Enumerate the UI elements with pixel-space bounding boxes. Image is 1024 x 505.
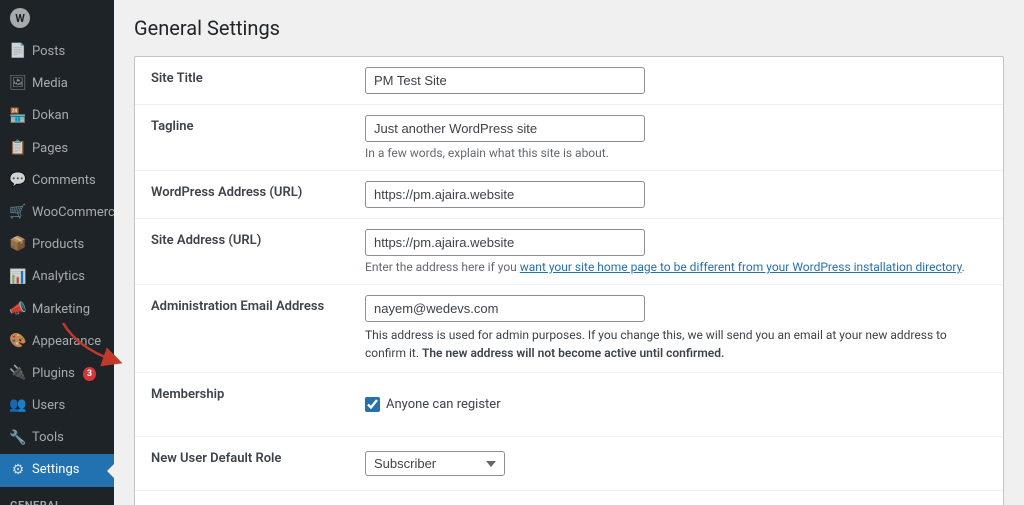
- sidebar-item-products[interactable]: 📦 Products: [0, 229, 114, 261]
- tools-icon: 🔧: [10, 430, 26, 446]
- products-icon: 📦: [10, 237, 26, 253]
- analytics-icon: 📊: [10, 269, 26, 285]
- sidebar-item-pages[interactable]: 📋 Pages: [0, 133, 114, 165]
- pages-icon: 📋: [10, 141, 26, 157]
- sidebar-item-dokan[interactable]: 🏪 Dokan: [0, 100, 114, 132]
- tagline-hint: In a few words, explain what this site i…: [365, 146, 987, 160]
- sidebar-label-tools: Tools: [32, 429, 64, 447]
- new-user-role-label: New User Default Role: [135, 437, 355, 480]
- settings-active-arrow: [107, 463, 114, 479]
- tagline-row: Tagline In a few words, explain what thi…: [135, 105, 1003, 171]
- plugins-icon: 🔌: [10, 366, 26, 382]
- sidebar-item-media[interactable]: 🖼 Media: [0, 68, 114, 100]
- users-icon: 👥: [10, 398, 26, 414]
- site-address-value: Enter the address here if you want your …: [355, 219, 1003, 284]
- sidebar-item-comments[interactable]: 💬 Comments: [0, 165, 114, 197]
- sidebar-label-users: Users: [32, 397, 65, 415]
- site-address-hint-prefix: Enter the address here if you: [365, 260, 520, 274]
- admin-email-hint: This address is used for admin purposes.…: [365, 326, 985, 362]
- anyone-register-label[interactable]: Anyone can register: [386, 397, 501, 412]
- anyone-register-checkbox[interactable]: [365, 397, 380, 412]
- appearance-icon: 🎨: [10, 334, 26, 350]
- site-title-value: [355, 57, 1003, 104]
- sidebar-label-appearance: Appearance: [32, 333, 101, 351]
- sidebar-label-woocommerce: WooCommerce: [32, 204, 114, 222]
- new-user-role-value: Subscriber Contributor Author Editor Adm…: [355, 437, 1003, 490]
- site-language-value: English (United States) 🌐: [355, 491, 1003, 505]
- site-address-hint-link[interactable]: want your site home page to be different…: [520, 260, 962, 274]
- membership-label: Membership: [135, 373, 355, 416]
- admin-email-label: Administration Email Address: [135, 285, 355, 328]
- wp-address-value: [355, 171, 1003, 218]
- site-address-hint: Enter the address here if you want your …: [365, 260, 987, 274]
- site-title-label: Site Title: [135, 57, 355, 100]
- sidebar-item-settings[interactable]: ⚙ Settings: [0, 454, 114, 486]
- site-address-input[interactable]: [365, 229, 645, 256]
- wordpress-icon: W: [10, 8, 30, 28]
- sidebar-item-users[interactable]: 👥 Users: [0, 390, 114, 422]
- sidebar-label-plugins: Plugins: [32, 365, 75, 383]
- sidebar-item-analytics[interactable]: 📊 Analytics: [0, 261, 114, 293]
- admin-email-value: This address is used for admin purposes.…: [355, 285, 1003, 372]
- admin-email-row: Administration Email Address This addres…: [135, 285, 1003, 373]
- plugins-badge: 3: [83, 367, 96, 382]
- site-address-label: Site Address (URL): [135, 219, 355, 262]
- site-language-row: Site Language English (United States) 🌐: [135, 491, 1003, 505]
- site-language-label: Site Language: [135, 491, 355, 505]
- main-content: General Settings Site Title Tagline In a…: [114, 0, 1024, 505]
- tagline-input[interactable]: [365, 115, 645, 142]
- wp-address-label: WordPress Address (URL): [135, 171, 355, 214]
- dokan-icon: 🏪: [10, 108, 26, 124]
- site-title-input[interactable]: [365, 67, 645, 94]
- sidebar-item-posts[interactable]: 📄 Posts: [0, 36, 114, 68]
- site-address-hint-suffix: .: [962, 260, 965, 274]
- membership-checkbox-row: Anyone can register: [365, 383, 987, 426]
- sidebar-label-settings: Settings: [32, 461, 79, 479]
- settings-icon: ⚙: [10, 463, 26, 479]
- sidebar-label-products: Products: [32, 236, 84, 254]
- woocommerce-icon: 🛒: [10, 205, 26, 221]
- sidebar-item-tools[interactable]: 🔧 Tools: [0, 422, 114, 454]
- tagline-value: In a few words, explain what this site i…: [355, 105, 1003, 170]
- admin-email-input[interactable]: [365, 295, 645, 322]
- comments-icon: 💬: [10, 173, 26, 189]
- media-icon: 🖼: [10, 76, 26, 92]
- new-user-role-row: New User Default Role Subscriber Contrib…: [135, 437, 1003, 491]
- sidebar-label-dokan: Dokan: [32, 107, 69, 125]
- membership-row: Membership Anyone can register: [135, 373, 1003, 437]
- sidebar-item-appearance[interactable]: 🎨 Appearance: [0, 326, 114, 358]
- site-title-row: Site Title: [135, 57, 1003, 105]
- sidebar: W 📄 Posts 🖼 Media 🏪 Dokan 📋 Pages 💬 Comm…: [0, 0, 114, 505]
- site-address-row: Site Address (URL) Enter the address her…: [135, 219, 1003, 285]
- sidebar-item-woocommerce[interactable]: 🛒 WooCommerce: [0, 197, 114, 229]
- new-user-role-select[interactable]: Subscriber Contributor Author Editor Adm…: [365, 451, 505, 476]
- sidebar-label-posts: Posts: [32, 43, 65, 61]
- wp-address-row: WordPress Address (URL): [135, 171, 1003, 219]
- sidebar-label-marketing: Marketing: [32, 301, 90, 319]
- wp-address-input[interactable]: [365, 181, 645, 208]
- tagline-label: Tagline: [135, 105, 355, 148]
- posts-icon: 📄: [10, 44, 26, 60]
- sidebar-label-pages: Pages: [32, 140, 68, 158]
- sidebar-item-plugins[interactable]: 🔌 Plugins 3: [0, 358, 114, 390]
- sidebar-logo: W: [0, 0, 114, 36]
- admin-email-hint-bold: The new address will not become active u…: [422, 346, 724, 360]
- page-title: General Settings: [134, 16, 1004, 40]
- sidebar-general-section: General: [0, 487, 114, 505]
- sidebar-label-media: Media: [32, 75, 68, 93]
- membership-value: Anyone can register: [355, 373, 1003, 436]
- marketing-icon: 📣: [10, 302, 26, 318]
- sidebar-item-marketing[interactable]: 📣 Marketing: [0, 294, 114, 326]
- sidebar-label-comments: Comments: [32, 172, 96, 190]
- sidebar-label-analytics: Analytics: [32, 268, 85, 286]
